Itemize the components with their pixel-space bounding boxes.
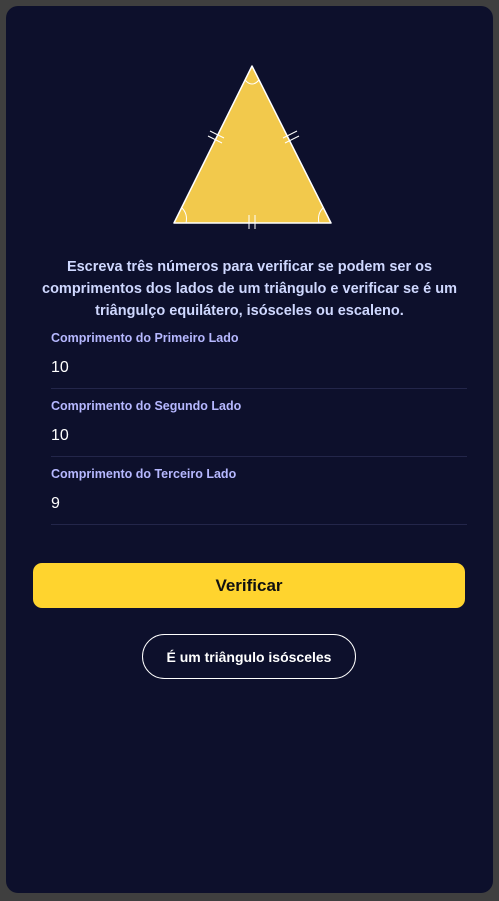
- result-badge: É um triângulo isósceles: [142, 634, 356, 679]
- result-text: É um triângulo isósceles: [166, 648, 332, 665]
- first-side-input[interactable]: [51, 356, 467, 380]
- second-side-label: Comprimento do Segundo Lado: [51, 399, 242, 413]
- first-side-field: Comprimento do Primeiro Lado: [51, 331, 467, 389]
- third-side-field: Comprimento do Terceiro Lado: [51, 467, 467, 525]
- third-side-label: Comprimento do Terceiro Lado: [51, 467, 237, 481]
- instructions-text: Escreva três números para verificar se p…: [42, 259, 457, 319]
- first-side-label: Comprimento do Primeiro Lado: [51, 331, 239, 345]
- second-side-field: Comprimento do Segundo Lado: [51, 399, 467, 457]
- third-side-input[interactable]: [51, 492, 467, 516]
- app-frame: Escreva três números para verificar se p…: [6, 6, 493, 893]
- verify-button[interactable]: Verificar: [33, 563, 465, 608]
- second-side-input[interactable]: [51, 424, 467, 448]
- triangle-illustration-icon: [166, 60, 341, 230]
